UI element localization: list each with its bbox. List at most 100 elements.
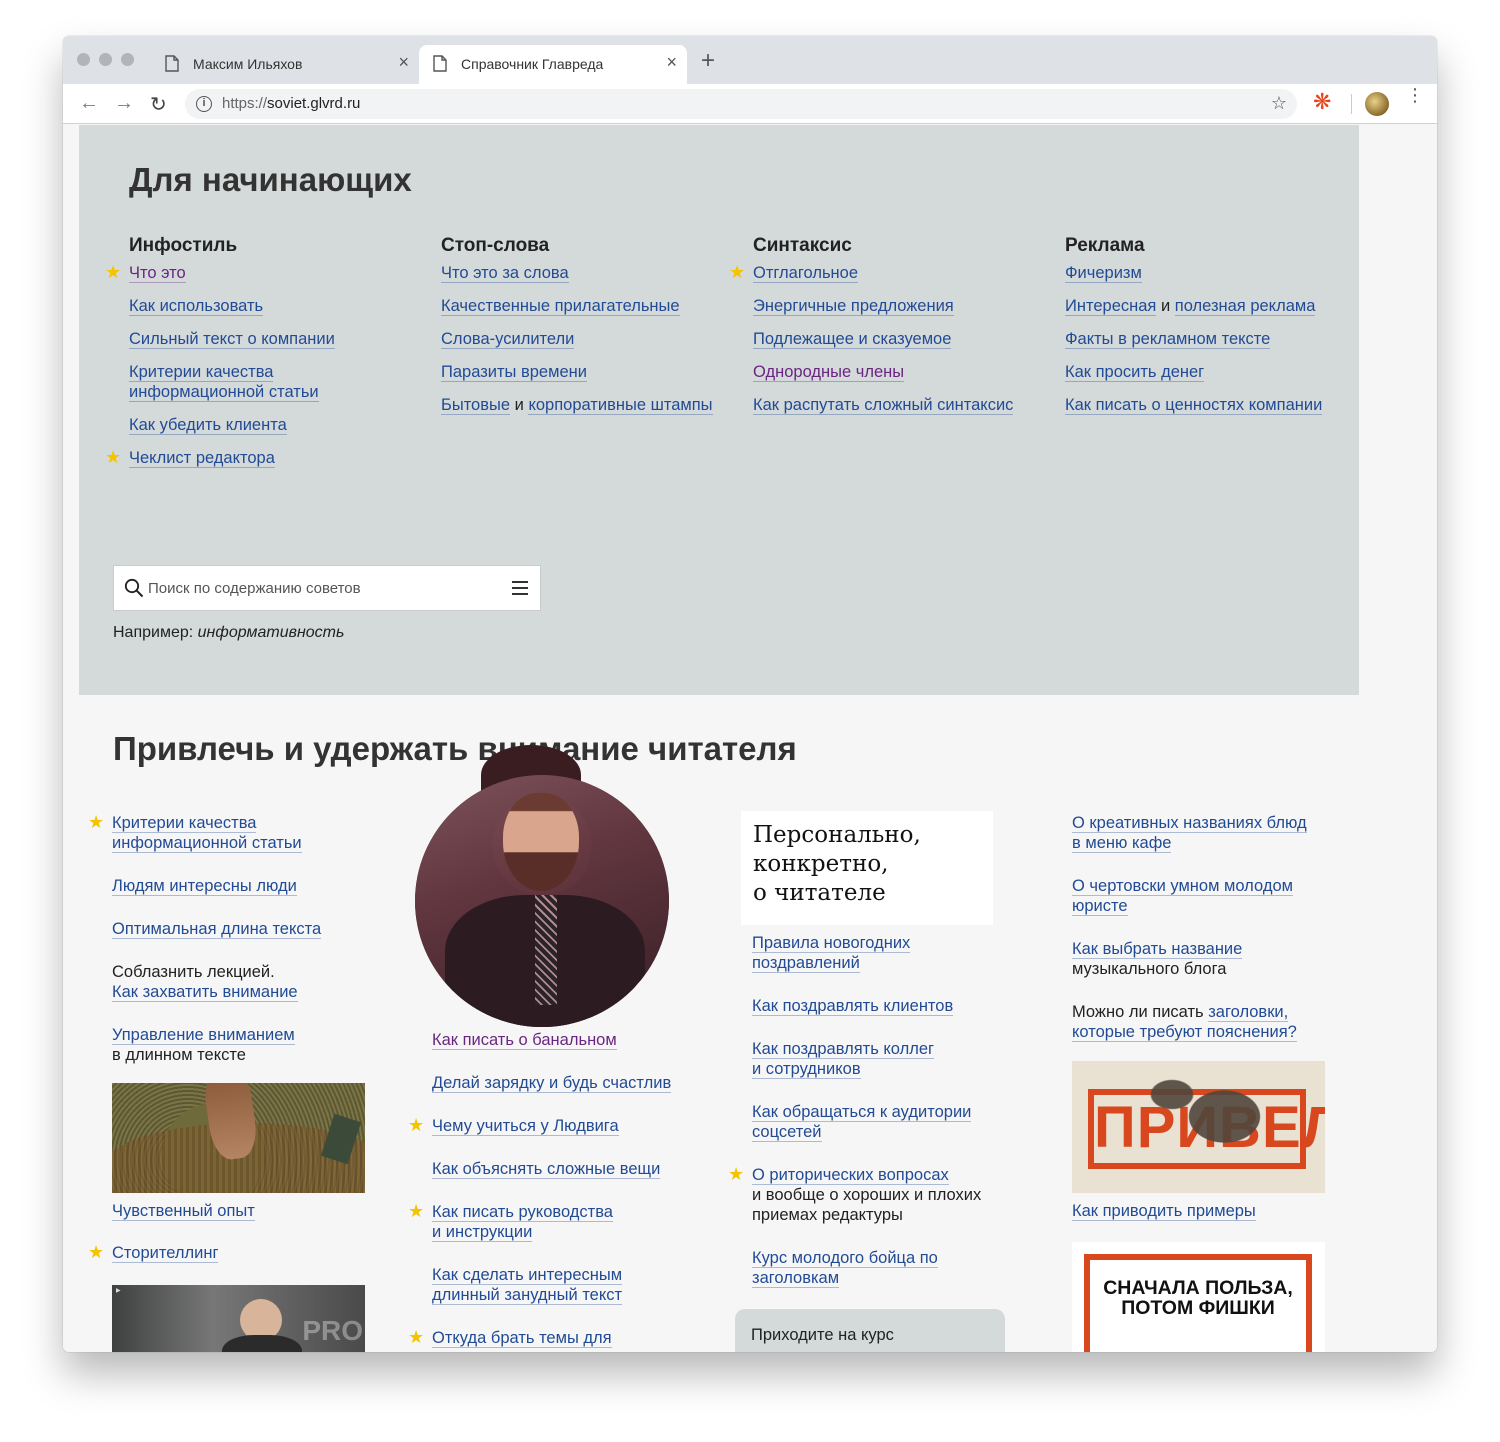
link[interactable]: Как приводить примеры (1072, 1202, 1256, 1221)
reload-icon[interactable]: ↻ (150, 92, 167, 117)
link[interactable]: Как сделать интересным (432, 1266, 623, 1285)
link[interactable]: Паразиты времени (441, 363, 587, 382)
forward-arrow-icon[interactable]: → (114, 92, 134, 115)
tab-maksim-ilyakhov[interactable]: Максим Ильяхов × (151, 45, 419, 84)
column-title: Инфостиль (129, 235, 238, 256)
star-icon: ★ (408, 1115, 425, 1135)
link[interactable]: которые требуют пояснения? (1072, 1023, 1297, 1042)
hamburger-icon[interactable] (512, 581, 528, 599)
list-item: Как распутать сложный синтаксис (753, 395, 1053, 415)
star-icon: ★ (88, 812, 105, 832)
link[interactable]: Как распутать сложный синтаксис (753, 396, 1014, 415)
link[interactable]: Как просить денег (1065, 363, 1205, 382)
link[interactable]: Как убедить клиента (129, 416, 287, 435)
quote-card[interactable]: Персонально, конкретно, о читателе (741, 811, 993, 925)
link[interactable]: Интересная (1065, 297, 1157, 316)
link[interactable]: Как писать о ценностях компании (1065, 396, 1323, 415)
close-icon[interactable]: × (666, 52, 677, 73)
link[interactable]: О креативных названиях блюд (1072, 814, 1307, 833)
link[interactable]: Как поздравлять коллег (752, 1040, 935, 1059)
link[interactable]: Критерии качества информационной статьи (129, 363, 319, 402)
link[interactable]: Критерии качества (112, 814, 257, 833)
link[interactable]: Бытовые (441, 396, 511, 415)
course-banner[interactable]: Приходите на курс (735, 1309, 1005, 1352)
link[interactable]: корпоративные штампы (528, 396, 713, 415)
link[interactable]: О риторических вопросах (752, 1166, 949, 1185)
link[interactable]: соцсетей (752, 1123, 822, 1142)
profile-avatar-icon[interactable] (1365, 92, 1389, 116)
minimize-window-dot[interactable] (99, 53, 112, 66)
link[interactable]: Оптимальная длина текста (112, 920, 322, 939)
horse-illustration[interactable]: ПРИВЕЛ (1072, 1061, 1325, 1193)
link[interactable]: юристе (1072, 897, 1128, 916)
link[interactable]: Как писать о банальном (432, 1031, 617, 1050)
plus-icon[interactable]: + (701, 47, 715, 75)
list-item: Подлежащее и сказуемое (753, 329, 1053, 349)
kebab-menu-icon[interactable]: ⋮ (1406, 86, 1424, 104)
link[interactable]: Как объяснять сложные вещи (432, 1160, 661, 1179)
extension-icon[interactable]: ❋ (1313, 89, 1331, 115)
search-input[interactable] (148, 575, 488, 601)
poster-card[interactable]: СНАЧАЛА ПОЛЬЗА, ПОТОМ ФИШКИ (1072, 1242, 1325, 1352)
link[interactable]: О чертовски умном молодом (1072, 877, 1293, 896)
list-item: ★ О риторических вопросах и вообще о хорош… (728, 1164, 1042, 1225)
link[interactable]: Фичеризм (1065, 264, 1142, 283)
link[interactable]: Подлежащее и сказуемое (753, 330, 952, 349)
link[interactable]: Как использовать (129, 297, 264, 316)
link[interactable]: в меню кафе (1072, 834, 1172, 853)
list-item: Бытовые и корпоративные штампы (441, 395, 741, 415)
link[interactable]: Как выбрать название (1072, 940, 1243, 959)
link[interactable]: Что это за слова (441, 264, 569, 283)
link[interactable]: Что это (129, 264, 186, 283)
address-bar[interactable]: i https://soviet.glvrd.ru ☆ (185, 89, 1297, 119)
link[interactable]: Делай зарядку и будь счастлив (432, 1074, 672, 1093)
link[interactable]: Однородные члены (753, 363, 905, 382)
document-icon (433, 55, 447, 72)
list-item: Сильный текст о компании (129, 329, 429, 349)
link[interactable]: Чеклист редактора (129, 449, 275, 468)
link[interactable]: Курс молодого бойца по (752, 1249, 938, 1268)
joiner-text: и (514, 396, 524, 414)
info-icon[interactable]: i (196, 96, 212, 112)
close-window-dot[interactable] (77, 53, 90, 66)
list-item: О чертовски умном молодом юристе (1072, 876, 1362, 916)
link[interactable]: Качественные прилагательные (441, 297, 680, 316)
list-item: Оптимальная длина текста (112, 919, 402, 939)
tab-glavred-handbook[interactable]: Справочник Главреда × (419, 45, 687, 84)
url-text[interactable]: https://soviet.glvrd.ru (222, 95, 360, 112)
link[interactable]: Людям интересны люди (112, 877, 297, 896)
link[interactable]: и инструкции (432, 1223, 533, 1242)
link[interactable]: заголовкам (752, 1269, 840, 1288)
example-value[interactable]: информативность (198, 624, 345, 641)
video-thumbnail[interactable]: ▶ PRO (112, 1285, 365, 1352)
grain-photo[interactable] (112, 1083, 365, 1193)
list-item: Фичеризм (1065, 263, 1365, 283)
link[interactable]: поздравлений (752, 954, 860, 973)
bookmark-star-icon[interactable]: ☆ (1271, 93, 1287, 114)
link[interactable]: и сотрудников (752, 1060, 861, 1079)
link[interactable]: заголовки, (1208, 1003, 1289, 1022)
link[interactable]: Как писать руководства (432, 1203, 613, 1222)
portrait-image[interactable] (415, 775, 669, 1027)
link[interactable]: Факты в рекламном тексте (1065, 330, 1271, 349)
link[interactable]: Как захватить внимание (112, 983, 298, 1002)
link[interactable]: Энергичные предложения (753, 297, 954, 316)
close-icon[interactable]: × (398, 52, 409, 73)
link[interactable]: Сильный текст о компании (129, 330, 335, 349)
link[interactable]: Управление вниманием (112, 1026, 295, 1045)
link[interactable]: Как поздравлять клиентов (752, 997, 954, 1016)
link[interactable]: Чувственный опыт (112, 1202, 255, 1221)
link[interactable]: Правила новогодних (752, 934, 911, 953)
link[interactable]: Отглагольное (753, 264, 859, 283)
link[interactable]: полезная реклама (1174, 297, 1316, 316)
link[interactable]: информационной статьи (112, 834, 302, 853)
link[interactable]: Сторителлинг (112, 1244, 219, 1263)
link[interactable]: Как обращаться к аудитории (752, 1103, 972, 1122)
maximize-window-dot[interactable] (121, 53, 134, 66)
back-arrow-icon[interactable]: ← (79, 92, 99, 115)
list-item: Что это за слова (441, 263, 741, 283)
link[interactable]: Чему учиться у Людвига (432, 1117, 619, 1136)
link[interactable]: длинный занудный текст (432, 1286, 623, 1305)
link[interactable]: Откуда брать темы для (432, 1329, 612, 1348)
link[interactable]: Слова-усилители (441, 330, 575, 349)
